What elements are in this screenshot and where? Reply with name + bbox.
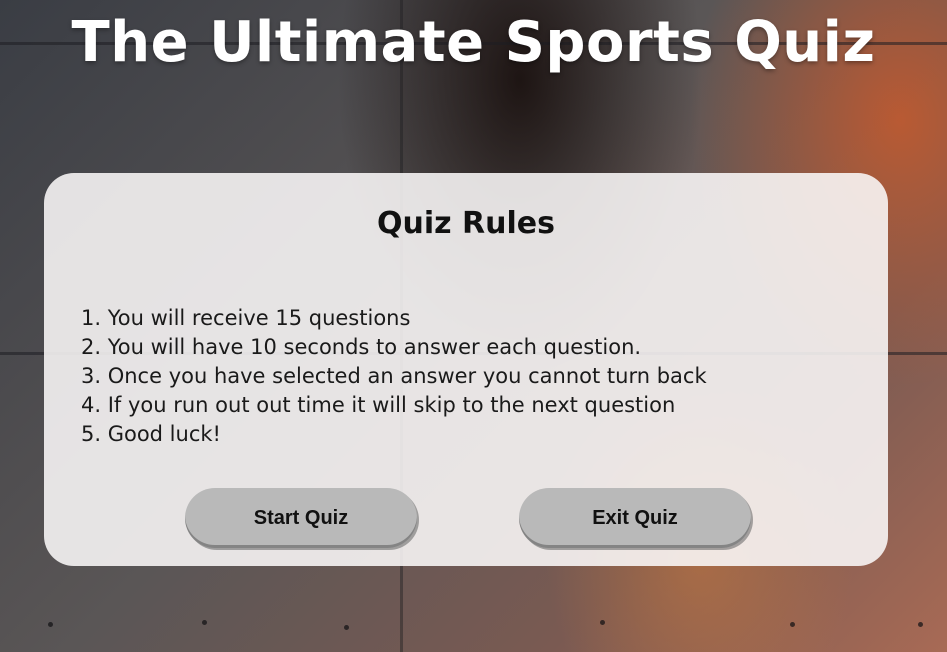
exit-quiz-button[interactable]: Exit Quiz bbox=[519, 488, 751, 548]
rules-list: 1. You will receive 15 questions 2. You … bbox=[81, 304, 707, 449]
start-quiz-button[interactable]: Start Quiz bbox=[185, 488, 417, 548]
wall-bolt bbox=[202, 620, 207, 625]
rule-item: 5. Good luck! bbox=[81, 422, 221, 446]
rule-item: 4. If you run out out time it will skip … bbox=[81, 393, 676, 417]
page-title: The Ultimate Sports Quiz bbox=[71, 10, 876, 75]
wall-bolt bbox=[600, 620, 605, 625]
rule-item: 2. You will have 10 seconds to answer ea… bbox=[81, 335, 642, 359]
rule-item: 1. You will receive 15 questions bbox=[81, 306, 411, 330]
wall-bolt bbox=[790, 622, 795, 627]
rules-heading: Quiz Rules bbox=[377, 206, 555, 241]
rule-item: 3. Once you have selected an answer you … bbox=[81, 364, 707, 388]
wall-bolt bbox=[918, 622, 923, 627]
wall-bolt bbox=[48, 622, 53, 627]
rules-card: Quiz Rules 1. You will receive 15 questi… bbox=[44, 173, 888, 566]
wall-bolt bbox=[344, 625, 349, 630]
